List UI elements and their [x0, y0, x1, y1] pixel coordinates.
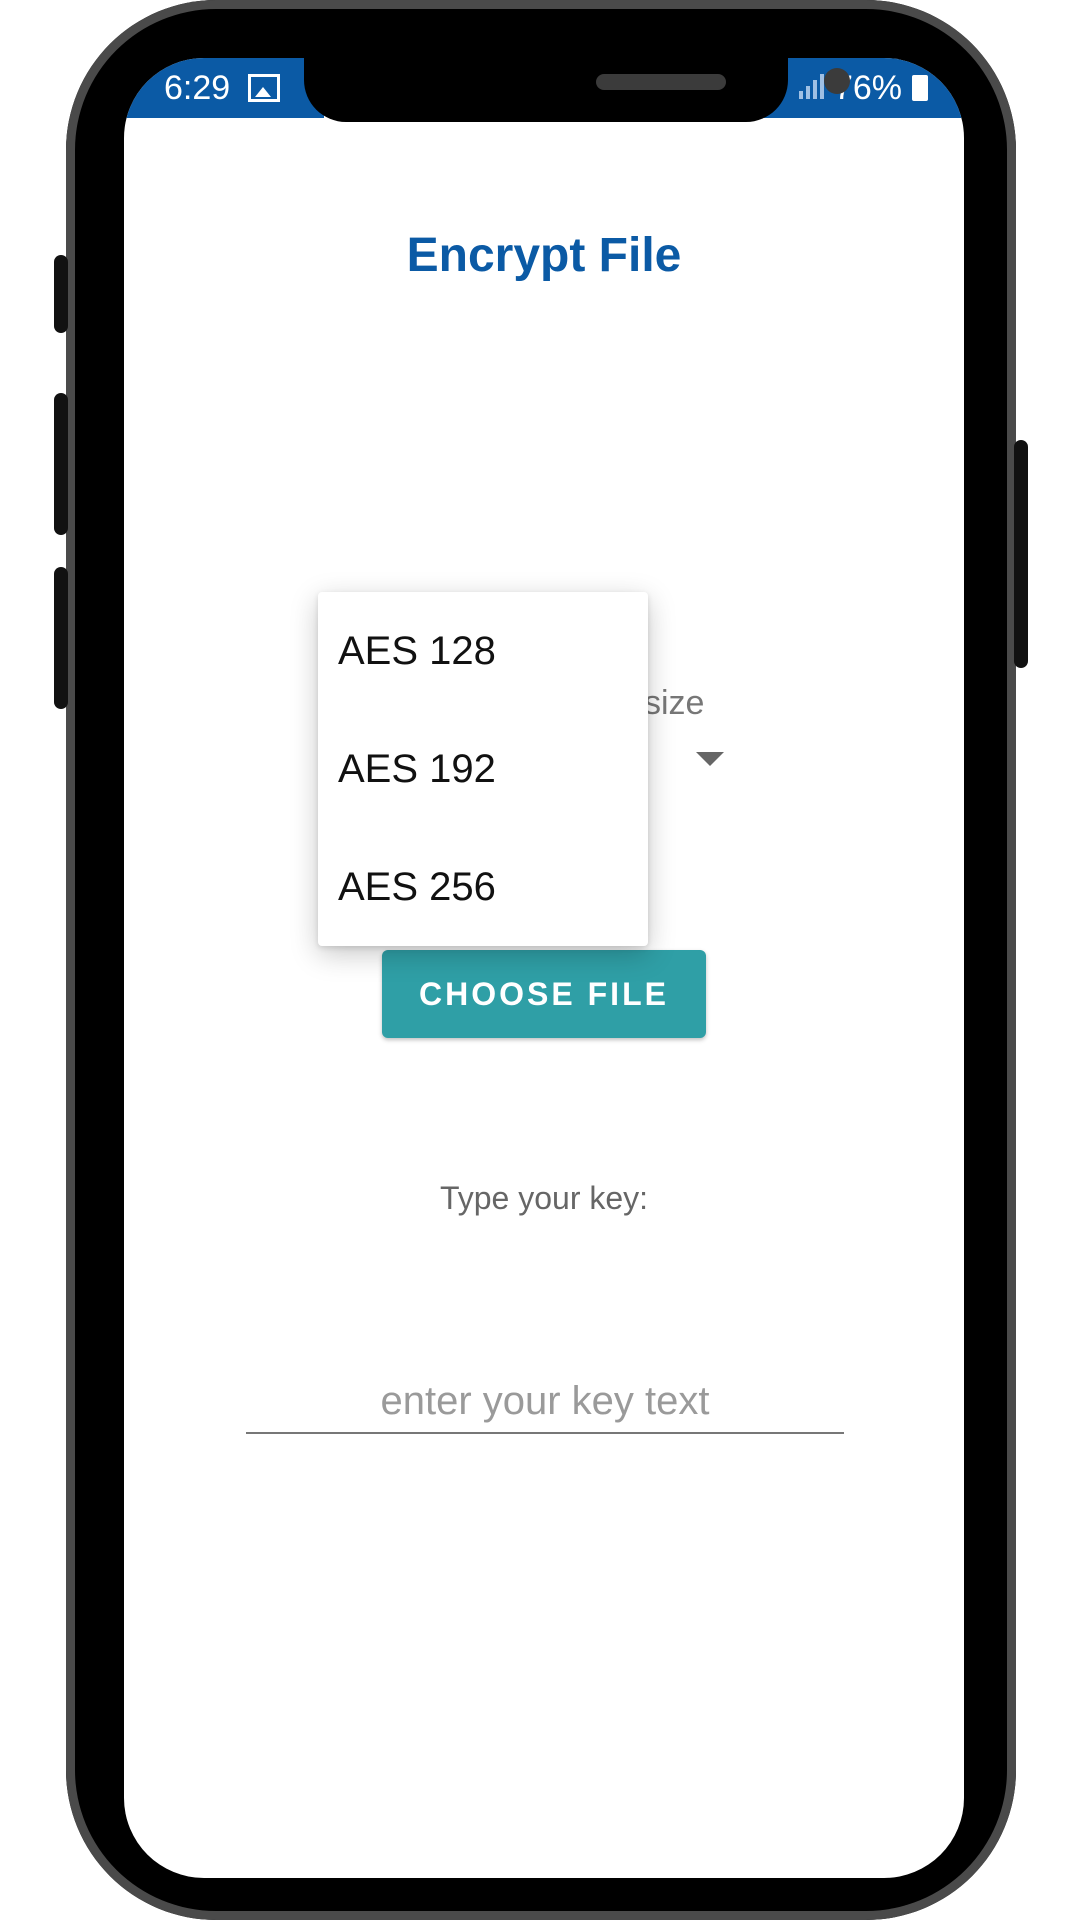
app-screen: 6:29 76% Encrypt File size CHOOSE FILE A… — [124, 58, 964, 1878]
status-time: 6:29 — [164, 68, 231, 107]
key-size-label: size — [644, 684, 705, 722]
status-bar-left: 6:29 — [124, 58, 324, 118]
key-input[interactable] — [246, 1370, 844, 1434]
speaker-icon — [596, 74, 726, 90]
dropdown-option-aes-256[interactable]: AES 256 — [318, 828, 648, 946]
image-icon — [248, 74, 281, 102]
choose-file-button[interactable]: CHOOSE FILE — [382, 950, 706, 1038]
dropdown-option-aes-192[interactable]: AES 192 — [318, 710, 648, 828]
key-size-dropdown-menu: AES 128 AES 192 AES 256 — [318, 592, 648, 946]
type-key-label: Type your key: — [439, 1180, 649, 1216]
side-button-left-3 — [54, 567, 68, 709]
battery-icon — [912, 75, 928, 101]
side-button-right — [1014, 440, 1028, 668]
side-button-left-1 — [54, 255, 68, 333]
front-camera-icon — [824, 68, 850, 94]
side-button-left-2 — [54, 393, 68, 535]
page-title: Encrypt File — [406, 229, 682, 282]
status-bar-right: 76% — [764, 58, 964, 118]
dropdown-option-aes-128[interactable]: AES 128 — [318, 592, 648, 710]
signal-icon — [798, 69, 824, 108]
camera-notch — [304, 58, 850, 122]
chevron-down-icon[interactable] — [696, 752, 724, 766]
